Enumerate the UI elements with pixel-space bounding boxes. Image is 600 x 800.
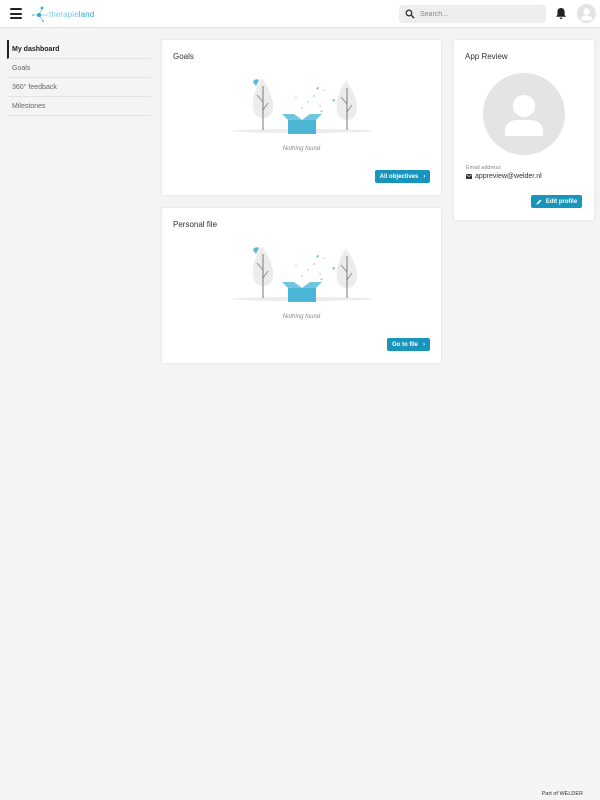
user-avatar[interactable] [577,4,596,23]
go-to-file-button-label: Go to file [392,341,418,348]
empty-state-illustration [232,246,372,302]
sidebar-item-my-dashboard[interactable]: My dashboard [7,40,151,59]
pencil-icon [536,199,542,204]
user-avatar-icon [580,8,593,21]
all-objectives-button[interactable]: All objectives › [375,170,430,183]
personal-file-empty-text: Nothing found [282,314,321,320]
goals-card-title: Goals [173,52,194,61]
edit-profile-button-label: Edit profile [545,198,578,205]
email-row: appreview@welder.nl [466,173,542,180]
chevron-right-icon: › [423,341,425,348]
profile-name: App Review [465,52,508,61]
user-avatar-icon [505,95,543,136]
goals-empty-text: Nothing found [282,146,321,152]
logo-network-icon [32,6,48,23]
personal-file-card-title: Personal file [173,220,218,229]
sidebar-item-360-feedback[interactable]: 360° feedback [7,78,151,97]
sidebar-item-goals[interactable]: Goals [7,59,151,78]
email-label: Email address [466,165,501,171]
all-objectives-button-label: All objectives [379,173,419,180]
sidebar-nav: My dashboard Goals 360° feedback Milesto… [7,40,151,116]
search-input[interactable] [420,10,540,18]
chevron-right-icon: › [423,173,426,180]
sidebar-item-milestones[interactable]: Milestones [7,97,151,116]
goals-card: Goals Nothing found All objectives › [162,40,441,195]
empty-state-illustration [232,78,372,134]
search-icon [405,9,415,19]
edit-profile-button[interactable]: Edit profile [531,195,582,208]
app-logo[interactable]: therapieland [31,4,94,24]
top-bar: therapieland [0,0,600,28]
footer-text: Part of WELDER [541,791,583,797]
profile-card: App Review Email address appreview@welde… [454,40,594,220]
search-bar[interactable] [399,5,546,23]
notification-bell-icon[interactable] [555,7,567,20]
hamburger-menu-icon[interactable] [10,8,22,19]
email-value: appreview@welder.nl [475,173,542,180]
personal-file-card: Personal file Nothing found Go to file › [162,208,441,363]
go-to-file-button[interactable]: Go to file › [387,338,430,351]
logo-text: therapieland [49,9,95,19]
envelope-icon [466,174,472,179]
profile-avatar [483,73,565,155]
